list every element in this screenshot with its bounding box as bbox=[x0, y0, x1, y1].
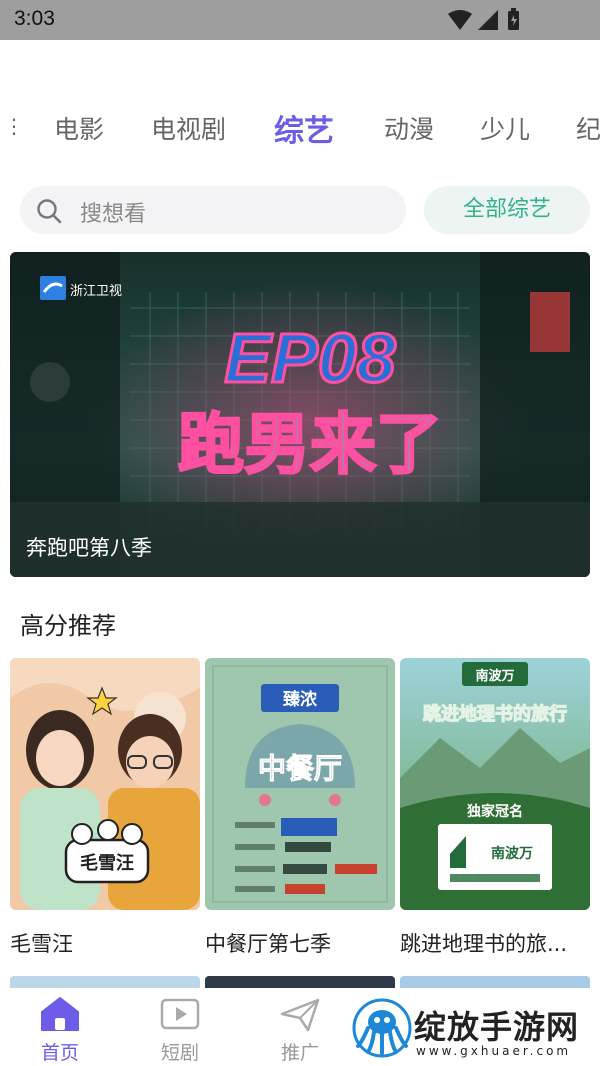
play-icon bbox=[160, 998, 200, 1030]
wifi-icon bbox=[448, 10, 472, 30]
home-icon bbox=[41, 997, 79, 1031]
poster-card[interactable]: 臻浓 中餐厅 bbox=[205, 658, 395, 910]
nav-promote-label: 推广 bbox=[280, 1042, 319, 1064]
svg-text:中餐厅: 中餐厅 bbox=[258, 752, 342, 785]
banner-caption: 奔跑吧第八季 bbox=[26, 536, 152, 560]
svg-text:独家冠名: 独家冠名 bbox=[467, 803, 523, 820]
search-input[interactable]: 搜想看 bbox=[20, 186, 406, 234]
poster-image: 臻浓 中餐厅 bbox=[205, 658, 395, 910]
card-title[interactable]: 中餐厅第七季 bbox=[205, 928, 395, 958]
poster-image: 南波万 跳进地理书的旅行 独家冠名 南波万 bbox=[400, 658, 590, 910]
nav-short-drama-label: 短剧 bbox=[160, 1042, 199, 1064]
watermark-url: www.gxhuaer.com bbox=[416, 1044, 572, 1058]
poster-card[interactable]: 毛雪汪 bbox=[10, 658, 200, 910]
status-time: 3:03 bbox=[14, 7, 55, 30]
nav-short-drama[interactable]: 短剧 bbox=[140, 988, 220, 1066]
tab-variety[interactable]: 综艺 bbox=[274, 106, 334, 150]
search-icon bbox=[37, 199, 62, 224]
site-watermark: 绽放手游网 www.gxhuaer.com bbox=[352, 998, 600, 1066]
status-icons bbox=[448, 8, 519, 30]
section-title: 高分推荐 bbox=[20, 612, 116, 640]
send-icon bbox=[280, 998, 320, 1032]
signal-icon bbox=[478, 10, 498, 30]
svg-text:南波万: 南波万 bbox=[491, 845, 533, 862]
octopus-logo-icon bbox=[352, 998, 412, 1058]
nav-promote[interactable]: 推广 bbox=[260, 988, 340, 1066]
search-placeholder: 搜想看 bbox=[80, 202, 147, 227]
category-tabs: ⋮ 电影 电视剧 综艺 动漫 少儿 纪 bbox=[0, 100, 600, 160]
watermark-text: 绽放手游网 bbox=[414, 1008, 580, 1046]
svg-text:毛雪汪: 毛雪汪 bbox=[80, 852, 134, 874]
tab-tv-series[interactable]: 电视剧 bbox=[151, 110, 226, 146]
tab-kids[interactable]: 少儿 bbox=[480, 110, 530, 146]
svg-text:浙江卫视: 浙江卫视 bbox=[70, 284, 122, 299]
status-bar: 3:03 bbox=[0, 0, 600, 40]
svg-text:跑男来了: 跑男来了 bbox=[178, 406, 442, 483]
more-dots-icon[interactable]: ⋮ bbox=[4, 114, 24, 138]
poster-card[interactable]: 南波万 跳进地理书的旅行 独家冠名 南波万 bbox=[400, 658, 590, 910]
svg-text:南波万: 南波万 bbox=[475, 668, 514, 684]
tab-movie[interactable]: 电影 bbox=[54, 110, 104, 146]
tab-documentary[interactable]: 纪 bbox=[576, 110, 600, 146]
nav-home[interactable]: 首页 bbox=[20, 988, 100, 1066]
nav-home-label: 首页 bbox=[40, 1042, 79, 1064]
card-title[interactable]: 毛雪汪 bbox=[10, 928, 200, 958]
all-variety-button[interactable]: 全部综艺 bbox=[424, 186, 590, 234]
tab-anime[interactable]: 动漫 bbox=[384, 110, 434, 146]
svg-text:臻浓: 臻浓 bbox=[283, 689, 318, 710]
poster-image: 毛雪汪 bbox=[10, 658, 200, 910]
card-title[interactable]: 跳进地理书的旅... bbox=[400, 928, 590, 958]
svg-text:跳进地理书的旅行: 跳进地理书的旅行 bbox=[423, 703, 567, 725]
hero-banner[interactable]: EP08 跑男来了 浙江卫视 奔跑吧第八季 bbox=[10, 252, 590, 577]
channel-logo: 浙江卫视 bbox=[40, 274, 140, 304]
svg-text:EP08: EP08 bbox=[224, 319, 395, 397]
